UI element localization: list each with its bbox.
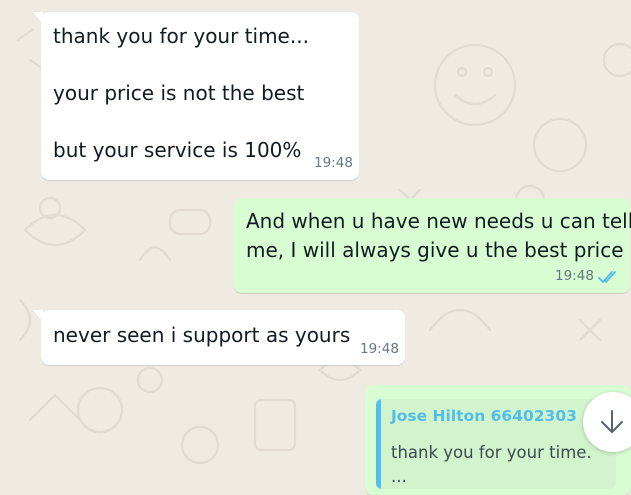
message-bubble-outgoing[interactable]: And when u have new needs u can tell me,… [234, 198, 631, 293]
message-text-line: your price is not the best [53, 81, 305, 105]
double-check-icon [598, 271, 616, 283]
message-text-line: thank you for your time... [53, 24, 309, 48]
message-bubble-incoming[interactable]: thank you for your time... your price is… [33, 12, 359, 180]
message-timestamp: 19:48 [360, 341, 399, 357]
message-timestamp: 19:48 [314, 155, 353, 171]
message-text-line: And when u have new needs u can tell [246, 209, 631, 233]
quote-author: Jose Hilton 66402303 [391, 407, 577, 425]
quoted-message[interactable]: Jose Hilton 66402303 thank you for your … [376, 399, 616, 489]
arrow-down-icon [601, 410, 623, 433]
message-bubble-incoming[interactable]: never seen i support as yours 19:48 [33, 310, 405, 365]
message-timestamp: 19:48 [555, 268, 594, 284]
quote-text-line: ... [391, 467, 407, 486]
message-text-line: but your service is 100% [53, 138, 302, 162]
quote-text-line: thank you for your time. [391, 443, 592, 462]
quote-accent-bar [376, 399, 381, 489]
bubble-tail [33, 310, 43, 322]
message-text-line: never seen i support as yours [53, 323, 351, 347]
message-text-line: me, I will always give u the best price [246, 238, 624, 262]
bubble-tail [33, 12, 43, 24]
